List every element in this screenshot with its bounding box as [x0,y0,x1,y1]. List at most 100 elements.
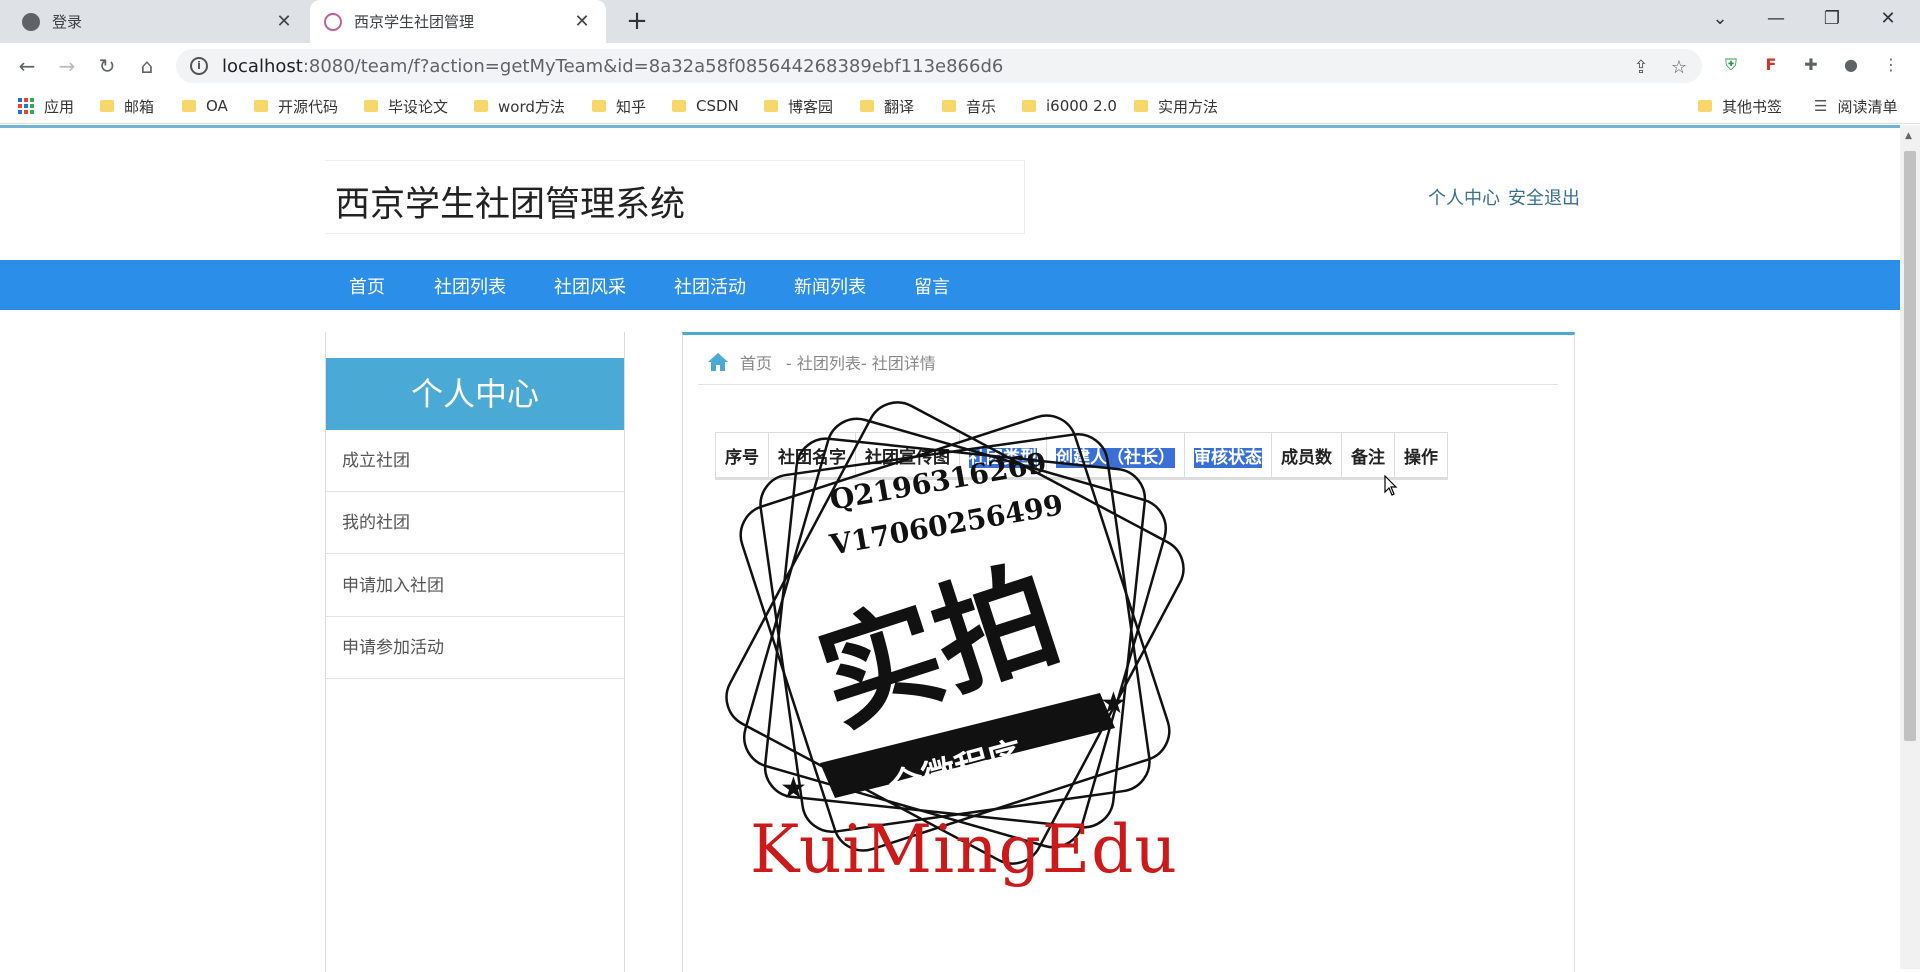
tab-search-chevron-icon[interactable]: ⌄ [1700,8,1740,29]
sidebar-item-join-club[interactable]: 申请加入社团 [326,555,624,617]
scrollbar-thumb[interactable] [1904,151,1916,741]
url-host: localhost [222,55,303,77]
shield-extension-icon[interactable]: ⛨ [1718,52,1744,78]
bookmark-label: 毕设论文 [388,97,449,116]
bookmark-folder[interactable]: 翻译 [860,95,914,117]
folder-icon [592,100,606,112]
folder-icon [942,100,956,112]
watermark-stamp: Q2196316269 V17060256499 实拍 全微程序 ★ ★ [725,401,1185,865]
bookmark-folder[interactable]: i6000 2.0 [1022,95,1117,117]
apps-grid-icon [18,98,34,114]
bookmark-folder[interactable]: OA [182,95,228,117]
col-remarks: 备注 [1341,432,1395,480]
site-favicon-icon [324,12,342,31]
logout-link[interactable]: 安全退出 [1508,188,1580,209]
bookmark-folder[interactable]: 毕设论文 [364,95,448,117]
bookmark-label: 应用 [44,97,75,116]
bookmark-apps[interactable]: 应用 [18,95,74,117]
bookmark-label: OA [206,97,228,115]
other-bookmarks[interactable]: 其他书签 [1698,95,1782,117]
folder-icon [764,100,778,112]
reading-list[interactable]: ☰ 阅读清单 [1814,95,1897,117]
web-page: 西京学生社团管理系统 个人中心 安全退出 首页 社团列表 社团风采 社团活动 新闻… [0,125,1900,972]
restore-button[interactable]: ❐ [1812,8,1852,29]
nav-home[interactable]: 首页 [349,273,385,299]
profile-avatar-icon[interactable]: ● [1838,52,1864,78]
personal-center-link[interactable]: 个人中心 [1428,188,1500,209]
nav-club-showcase[interactable]: 社团风采 [554,273,626,299]
bookmark-label: 知乎 [616,97,647,116]
fe-extension-icon[interactable]: F [1758,52,1784,78]
browser-tab-strip: 登录 ✕ 西京学生社团管理 ✕ + ⌄ — ❐ ✕ [0,0,1920,43]
reading-list-icon: ☰ [1814,97,1828,115]
bookmark-label: word方法 [498,97,565,116]
home-icon[interactable] [706,351,730,373]
sidebar-heading: 个人中心 [326,358,624,430]
folder-icon [254,100,268,112]
folder-icon [364,100,378,112]
bookmark-label: 其他书签 [1722,97,1783,116]
menu-kebab-icon[interactable]: ⋮ [1878,52,1904,78]
sidebar-item-my-clubs[interactable]: 我的社团 [326,492,624,554]
bookmark-label: 开源代码 [278,97,339,116]
tab-title: 西京学生社团管理 [354,13,475,31]
user-links: 个人中心 安全退出 [1428,184,1588,210]
url-path: :8080/team/f?action=getMyTeam&id=8a32a58… [302,55,1004,77]
col-review-status: 审核状态 [1184,432,1272,480]
bookmark-folder[interactable]: 实用方法 [1134,95,1218,117]
close-window-button[interactable]: ✕ [1868,8,1908,29]
nav-club-activities[interactable]: 社团活动 [674,273,746,299]
breadcrumb-home[interactable]: 首页 [740,350,772,374]
col-actions: 操作 [1394,432,1448,480]
folder-icon [100,100,114,112]
minimize-button[interactable]: — [1756,8,1796,29]
col-member-count: 成员数 [1271,432,1342,480]
sidebar-item-create-club[interactable]: 成立社团 [326,430,624,492]
star-icon: ★ [780,771,807,806]
folder-icon [1698,100,1712,112]
watermark-brand: KuiMingEdu [750,811,1178,888]
nav-club-list[interactable]: 社团列表 [434,273,506,299]
breadcrumb-trail: - 社团列表- 社团详情 [786,354,936,373]
bookmark-label: 博客园 [788,97,834,116]
folder-icon [474,100,488,112]
bookmark-label: 实用方法 [1158,97,1219,116]
nav-messages[interactable]: 留言 [914,273,950,299]
bookmark-label: 音乐 [966,97,997,116]
reload-button[interactable]: ↻ [92,51,122,81]
folder-icon [860,100,874,112]
bookmark-folder[interactable]: 音乐 [942,95,996,117]
sidebar-item-join-activity[interactable]: 申请参加活动 [326,617,624,679]
close-tab-icon[interactable]: ✕ [572,11,592,32]
bookmark-folder[interactable]: 邮箱 [100,95,154,117]
bookmark-label: 翻译 [884,97,915,116]
bookmark-star-icon[interactable]: ☆ [1666,55,1692,81]
vertical-scrollbar[interactable]: ▲ [1900,125,1920,969]
bookmark-folder[interactable]: 开源代码 [254,95,338,117]
bookmark-folder[interactable]: 知乎 [592,95,646,117]
tab-login[interactable]: 登录 ✕ [8,0,308,43]
bookmark-folder[interactable]: word方法 [474,95,565,117]
nav-news-list[interactable]: 新闻列表 [794,273,866,299]
share-icon[interactable]: ⇪ [1628,55,1654,81]
folder-icon [1134,100,1148,112]
home-button[interactable]: ⌂ [132,51,162,81]
back-button[interactable]: ← [12,51,42,81]
bookmark-folder[interactable]: CSDN [672,95,739,117]
bookmark-label: 阅读清单 [1837,97,1898,116]
bookmark-label: 邮箱 [124,97,155,116]
tab-club-management[interactable]: 西京学生社团管理 ✕ [310,0,606,43]
selected-text: 审核状态 [1194,447,1262,468]
tab-title: 登录 [52,13,83,31]
extensions-puzzle-icon[interactable]: ✚ [1798,52,1824,78]
url-bar[interactable]: i localhost:8080/team/f?action=getMyTeam… [176,49,1702,83]
new-tab-button[interactable]: + [622,6,652,36]
scroll-up-arrow-icon[interactable]: ▲ [1905,131,1912,141]
bookmarks-bar: 应用 邮箱 OA 开源代码 毕设论文 word方法 知乎 CSDN 博客园 翻译… [0,88,1920,124]
close-tab-icon[interactable]: ✕ [274,11,294,32]
folder-icon [1022,100,1036,112]
bookmark-folder[interactable]: 博客园 [764,95,833,117]
divider [698,384,1558,385]
forward-button[interactable]: → [52,51,82,81]
site-info-icon[interactable]: i [190,57,208,75]
